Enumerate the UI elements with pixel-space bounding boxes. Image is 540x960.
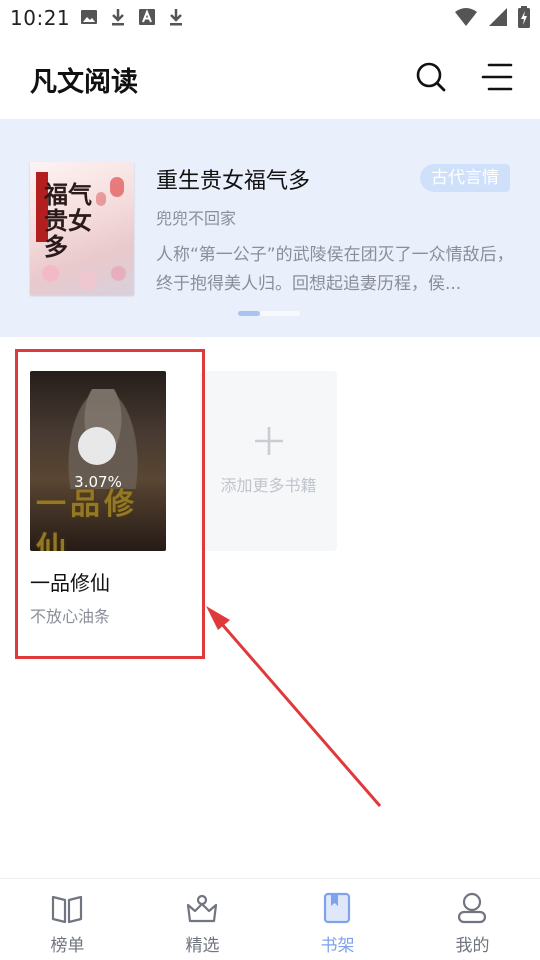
nav-item-profile[interactable]: 我的 [405,879,540,960]
nav-item-rankings[interactable]: 榜单 [0,879,135,960]
bottom-navigation: 榜单 精选 书架 我的 [0,878,540,960]
app-screen: 10:21 凡文阅读 福气贵女多 重生贵女福气多 古代言情 兜兜不回家 人称“第… [0,0,540,960]
nav-label: 我的 [455,936,490,956]
bookshelf-icon [323,892,351,924]
nav-label: 精选 [185,936,220,956]
annotation-arrow [206,606,382,807]
nav-item-bookshelf[interactable]: 书架 [270,879,405,960]
crown-icon [186,894,218,923]
book-open-icon [51,895,83,924]
user-icon [457,892,487,924]
nav-item-featured[interactable]: 精选 [135,879,270,960]
nav-label: 书架 [320,936,355,956]
nav-label: 榜单 [50,936,85,956]
